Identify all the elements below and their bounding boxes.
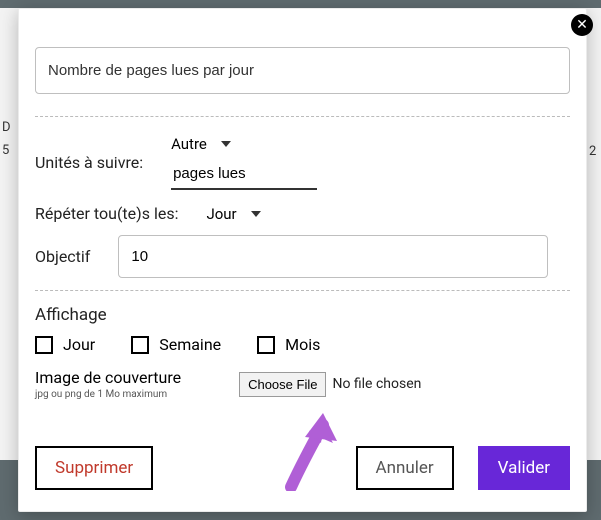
goal-input[interactable] [118,235,548,278]
repeat-select-value: Jour [206,205,236,223]
divider [35,116,570,117]
checkbox-icon [257,336,275,354]
bg-left-col: D 5 [0,8,18,460]
check-month[interactable]: Mois [257,335,320,354]
chevron-down-icon [221,141,231,147]
choose-file-button[interactable]: Choose File [239,372,326,397]
display-title: Affichage [35,305,570,325]
units-select-value: Autre [171,135,207,153]
units-select[interactable]: Autre [171,135,317,153]
modal-dialog: Unités à suivre: Autre Répéter tou(te)s … [18,8,587,512]
cover-title: Image de couverture [35,368,181,387]
checkbox-icon [131,336,149,354]
units-input[interactable] [171,159,317,190]
bg-letter: D [2,120,18,135]
cancel-button[interactable]: Annuler [356,446,454,490]
no-file-label: No file chosen [332,376,421,392]
file-input[interactable]: Choose File No file chosen [239,372,421,397]
cover-hint: jpg ou png de 1 Mo maximum [35,389,181,400]
cover-label-group: Image de couverture jpg ou png de 1 Mo m… [35,368,181,400]
repeat-select[interactable]: Jour [206,205,260,223]
display-checks: Jour Semaine Mois [35,335,570,354]
title-input[interactable] [35,47,570,94]
chevron-down-icon [251,211,261,217]
check-month-label: Mois [285,335,320,354]
check-day[interactable]: Jour [35,335,95,354]
delete-button[interactable]: Supprimer [35,446,153,490]
divider [35,290,570,291]
bg-number: 5 [2,143,18,158]
close-icon[interactable]: ✕ [571,14,593,36]
goal-label: Objectif [35,247,90,266]
backdrop: D 5 2 ✕ Unités à suivre: Autre Répéter t… [0,0,601,520]
bg-right-col: 2 [587,8,601,460]
checkbox-icon [35,336,53,354]
bg-number-right: 2 [589,144,601,159]
units-label: Unités à suivre: [35,153,143,172]
repeat-label: Répéter tou(te)s les: [35,204,178,223]
submit-button[interactable]: Valider [478,446,570,490]
check-day-label: Jour [63,335,95,354]
check-week-label: Semaine [159,335,221,354]
check-week[interactable]: Semaine [131,335,221,354]
